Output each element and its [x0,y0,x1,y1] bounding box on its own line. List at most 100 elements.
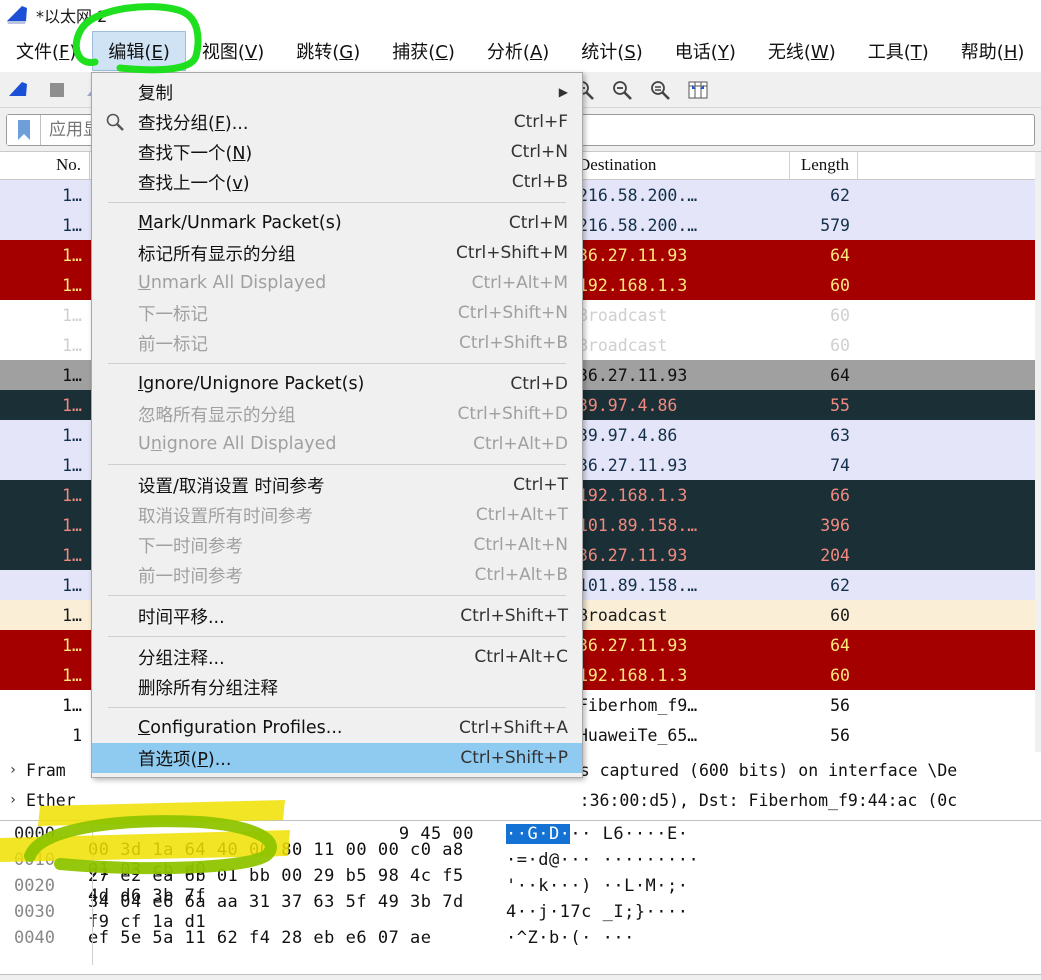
packet-list-scrollbar[interactable] [1035,152,1041,752]
menu-item-label: 取消设置所有时间参考 [138,503,456,528]
menu-item-26[interactable]: 首选项(P)...Ctrl+Shift+P [92,743,582,773]
cell-no: 1… [0,306,90,325]
edit-menu-dropdown[interactable]: 复制▶查找分组(F)...Ctrl+F查找下一个(N)Ctrl+N查找上一个(v… [91,72,583,778]
menu-item-17: 下一时间参考Ctrl+Alt+N [92,530,582,560]
chevron-right-icon[interactable]: › [0,792,26,808]
cell-length: 62 [790,576,858,595]
menu-separator [108,636,566,637]
menu-item-0[interactable]: 复制▶ [92,77,582,107]
hex-dump-row[interactable]: 0040ef 5e 5a 11 62 f4 28 eb e6 07 ae·^Z·… [0,925,1041,951]
menu-item-shortcut: Ctrl+T [493,475,568,495]
cell-destination: Fiberhom_f9… [570,696,790,715]
cell-no: 1… [0,216,90,235]
menu-item-label: 复制 [138,80,525,105]
cell-length: 60 [790,306,858,325]
cell-length: 56 [790,696,858,715]
zoom-out-icon[interactable] [603,75,641,105]
title-bar: *以太网 2 [0,0,1041,30]
hex-ascii-selected: ··G·D· [506,824,570,844]
menu-item-23[interactable]: 删除所有分组注释 [92,672,582,702]
menu-item-3[interactable]: 跳转(G) [280,31,376,71]
menu-item-shortcut: Ctrl+Alt+B [455,565,568,585]
menu-item-6[interactable]: 标记所有显示的分组Ctrl+Shift+M [92,238,582,268]
menu-item-shortcut: Ctrl+F [494,112,568,132]
start-capture-icon[interactable] [0,75,38,105]
menu-item-6[interactable]: 统计(S) [565,31,659,71]
menu-separator [108,595,566,596]
cell-no: 1… [0,546,90,565]
menu-item-9: 前一标记Ctrl+Shift+B [92,328,582,358]
cell-destination: Broadcast [570,306,790,325]
menu-item-13: Unignore All DisplayedCtrl+Alt+D [92,429,582,459]
menu-item-label: 忽略所有显示的分组 [138,402,438,427]
menu-item-7[interactable]: 电话(Y) [659,31,752,71]
menu-item-2[interactable]: 视图(V) [186,31,280,71]
cell-length: 60 [790,276,858,295]
menu-item-5[interactable]: 分析(A) [471,31,565,71]
stop-capture-icon[interactable] [38,75,76,105]
menu-item-1[interactable]: 查找分组(F)...Ctrl+F [92,107,582,137]
cell-no: 1… [0,636,90,655]
menu-item-label: 分组注释... [138,645,454,670]
hex-offset: 0030 [0,902,78,922]
cell-no: 1… [0,426,90,445]
menu-separator [108,707,566,708]
menu-item-label: 查找分组(F)... [138,110,494,135]
menu-item-shortcut: Ctrl+Shift+P [440,748,568,768]
menu-item-25[interactable]: Configuration Profiles...Ctrl+Shift+A [92,713,582,743]
cell-length: 204 [790,546,858,565]
menu-item-shortcut: Ctrl+Shift+D [438,404,568,424]
column-header-no[interactable]: No. [0,152,90,179]
menu-item-label: 删除所有分组注释 [138,675,548,700]
menu-item-label: 设置/取消设置 时间参考 [138,473,493,498]
cell-destination: 101.89.158.… [570,576,790,595]
menu-item-label: Unignore All Displayed [138,434,453,454]
hex-offset: 0000 [0,824,78,844]
menu-item-3[interactable]: 查找上一个(v)Ctrl+B [92,167,582,197]
cell-length: 74 [790,456,858,475]
menu-item-10[interactable]: 帮助(H) [945,31,1041,71]
hex-ascii: ·^Z·b·(· ··· [488,928,635,948]
hex-dump-row[interactable]: 003034 04 e6 6a aa 31 37 63 5f 49 3b 7d … [0,899,1041,925]
bookmark-icon[interactable] [7,115,41,145]
resize-columns-icon[interactable] [679,75,717,105]
cell-length: 63 [790,426,858,445]
menu-item-11[interactable]: Ignore/Unignore Packet(s)Ctrl+D [92,369,582,399]
menu-item-label: Configuration Profiles... [138,718,439,738]
cell-no: 1… [0,276,90,295]
menu-item-5[interactable]: Mark/Unmark Packet(s)Ctrl+M [92,208,582,238]
hex-ascii: '··k···) ··L·M·;· [488,876,689,896]
menu-item-4[interactable]: 捕获(C) [376,31,471,71]
cell-length: 60 [790,606,858,625]
menu-item-15[interactable]: 设置/取消设置 时间参考Ctrl+T [92,470,582,500]
cell-destination: 192.168.1.3 [570,486,790,505]
menu-edit[interactable]: 编辑(E) [92,31,185,71]
menu-item-shortcut: Ctrl+B [492,172,568,192]
zoom-reset-icon[interactable] [641,75,679,105]
cell-length: 64 [790,246,858,265]
cell-no: 1… [0,486,90,505]
menu-item-shortcut: Ctrl+Shift+B [439,333,568,353]
menu-item-shortcut: Ctrl+Alt+C [454,647,568,667]
packet-detail-label: Ether [26,791,76,810]
menu-item-0[interactable]: 文件(F) [0,31,92,71]
cell-destination: 192.168.1.3 [570,666,790,685]
menu-item-20[interactable]: 时间平移...Ctrl+Shift+T [92,601,582,631]
cell-no: 1… [0,186,90,205]
menu-item-16: 取消设置所有时间参考Ctrl+Alt+T [92,500,582,530]
packet-bytes-pane[interactable]: 00009 45 00··G·D··· L6····E·001000 3d 1a… [0,820,1041,980]
menu-item-9[interactable]: 工具(T) [852,31,945,71]
packet-detail-row[interactable]: ›Ether:36:00:d5), Dst: Fiberhom_f9:44:ac… [0,785,1041,815]
cell-length: 60 [790,336,858,355]
menu-item-label: 下一时间参考 [138,533,454,558]
chevron-right-icon[interactable]: › [0,762,26,778]
column-header-destination[interactable]: Destination [570,152,790,179]
menu-item-8[interactable]: 无线(W) [752,31,852,71]
column-header-length[interactable]: Length [790,152,858,179]
menu-item-22[interactable]: 分组注释...Ctrl+Alt+C [92,642,582,672]
menu-item-2[interactable]: 查找下一个(N)Ctrl+N [92,137,582,167]
cell-no: 1 [0,726,90,745]
menu-item-label: 时间平移... [138,604,440,629]
cell-destination: Broadcast [570,336,790,355]
hex-ascii: ·=·d@··· ········· [488,850,699,870]
